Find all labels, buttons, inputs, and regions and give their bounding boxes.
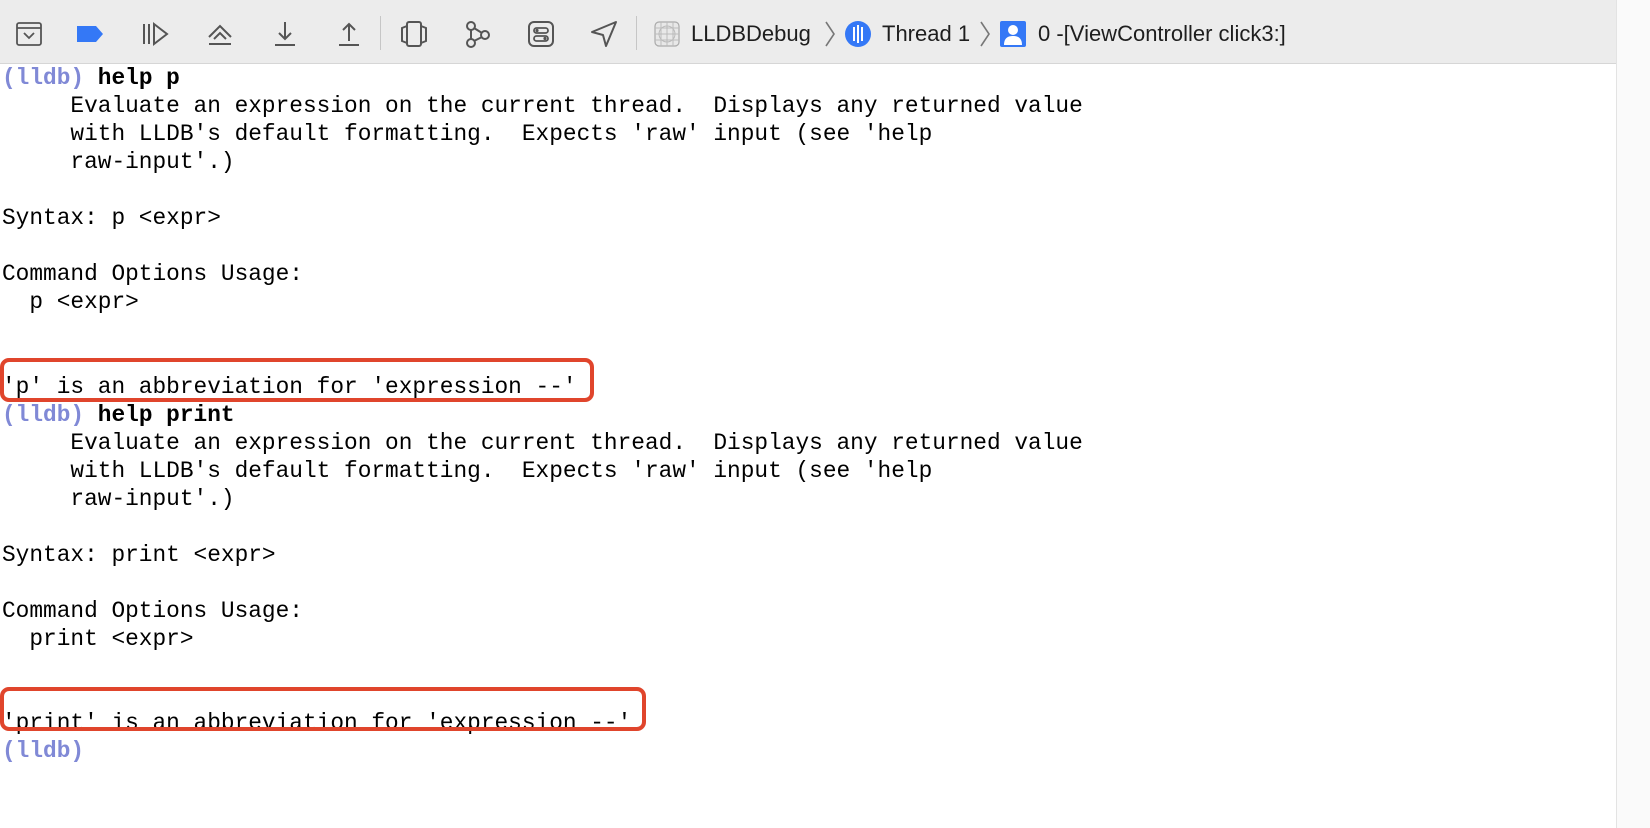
step-out-icon[interactable]: [332, 17, 366, 51]
console-output-line: with LLDB's default formatting. Expects …: [2, 457, 933, 484]
console-output-line: raw-input'.): [2, 485, 235, 512]
console-command-line: (lldb): [2, 737, 98, 765]
view-hierarchy-icon[interactable]: [397, 17, 431, 51]
console-output-line: Command Options Usage:: [2, 597, 303, 624]
console-command: help print: [97, 401, 235, 428]
console-output-line: Command Options Usage:: [2, 261, 303, 288]
lldb-prompt: (lldb): [2, 738, 85, 765]
breakpoints-toggle-icon[interactable]: [73, 17, 107, 51]
console-command: help p: [97, 65, 180, 91]
hide-debug-area-icon[interactable]: [12, 17, 46, 51]
user-code-frame-icon: [996, 17, 1030, 51]
console-command-line: (lldb) help print: [2, 401, 235, 429]
lldb-prompt: (lldb): [2, 65, 85, 91]
highlight-box-print: [0, 687, 646, 731]
console-output-line: Evaluate an expression on the current th…: [2, 93, 1083, 120]
step-into-icon[interactable]: [268, 17, 302, 51]
lldb-console[interactable]: (lldb) help p Evaluate an expression on …: [0, 64, 1616, 828]
console-output-line: Evaluate an expression on the current th…: [2, 429, 1083, 456]
continue-icon[interactable]: [138, 17, 172, 51]
step-over-icon[interactable]: [203, 17, 237, 51]
simulate-location-icon[interactable]: [587, 17, 621, 51]
memory-graph-icon[interactable]: [460, 17, 494, 51]
toolbar-separator: [636, 16, 637, 50]
console-output-line: print <expr>: [2, 626, 194, 652]
breadcrumb-project[interactable]: LLDBDebug: [691, 19, 811, 49]
console-output-line: Syntax: print <expr>: [2, 541, 276, 568]
toolbar-separator: [380, 16, 381, 50]
project-icon: [650, 17, 684, 51]
breadcrumb-thread[interactable]: Thread 1: [882, 19, 970, 49]
console-output-line: Syntax: p <expr>: [2, 205, 221, 232]
vertical-scrollbar[interactable]: [1616, 0, 1650, 828]
thread-icon: [841, 17, 875, 51]
breadcrumb-chevron-icon: [980, 21, 990, 47]
console-command-line: (lldb) help p: [2, 64, 180, 92]
debug-toolbar: LLDBDebug Thread 1 0 -[ViewController cl…: [0, 0, 1616, 64]
console-output-line: with LLDB's default formatting. Expects …: [2, 121, 933, 148]
console-output-line: raw-input'.): [2, 149, 235, 176]
console-output-line: p <expr>: [2, 289, 139, 316]
highlight-box-p: [0, 358, 594, 402]
environment-overrides-icon[interactable]: [524, 17, 558, 51]
breadcrumb-chevron-icon: [825, 21, 835, 47]
breadcrumb-frame[interactable]: 0 -[ViewController click3:]: [1038, 19, 1286, 49]
lldb-prompt: (lldb): [2, 401, 85, 428]
